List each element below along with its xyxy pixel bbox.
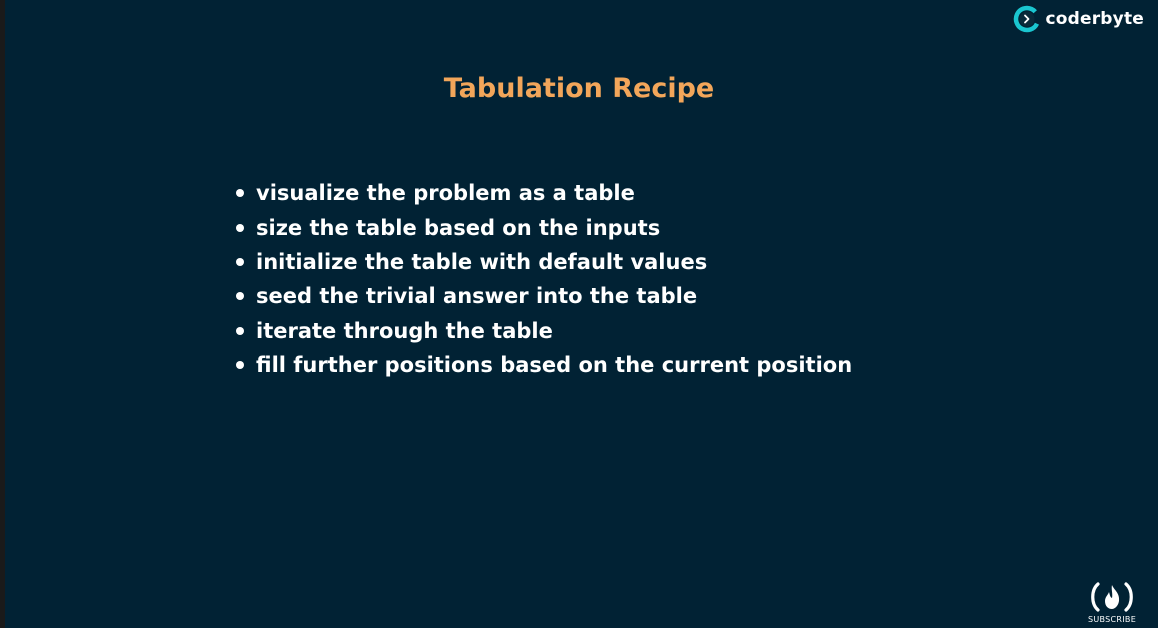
coderbyte-brand: coderbyte [1013, 5, 1144, 33]
bullet-item: iterate through the table [233, 314, 852, 348]
bullet-item: fill further positions based on the curr… [233, 348, 852, 382]
bullet-list: visualize the problem as a table size th… [233, 176, 852, 382]
bullet-text: fill further positions based on the curr… [256, 353, 853, 378]
brand-name: coderbyte [1045, 9, 1144, 29]
slide-title: Tabulation Recipe [443, 73, 715, 104]
freecodecamp-fire-icon [1091, 582, 1133, 612]
bullet-dot-icon [236, 326, 244, 335]
bullet-dot-icon [236, 292, 244, 301]
bullet-text: iterate through the table [256, 318, 553, 343]
bullet-item: visualize the problem as a table [233, 176, 852, 210]
subscribe-button[interactable]: SUBSCRIBE [1086, 580, 1138, 624]
bullet-item: seed the trivial answer into the table [233, 279, 852, 313]
subscribe-label: SUBSCRIBE [1087, 615, 1137, 624]
bullet-item: size the table based on the inputs [233, 210, 852, 244]
bullet-item: initialize the table with default values [233, 245, 852, 279]
bullet-text: seed the trivial answer into the table [256, 284, 698, 309]
bullet-dot-icon [236, 189, 244, 198]
video-frame: coderbyte Tabulation Recipe visualize th… [0, 0, 1158, 628]
coderbyte-logo-icon [1014, 5, 1041, 33]
bullet-text: visualize the problem as a table [256, 181, 635, 206]
bullet-dot-icon [236, 257, 244, 266]
bullet-dot-icon [236, 361, 244, 370]
bullet-text: initialize the table with default values [256, 249, 708, 274]
bullet-dot-icon [236, 223, 244, 232]
bullet-text: size the table based on the inputs [256, 215, 661, 240]
